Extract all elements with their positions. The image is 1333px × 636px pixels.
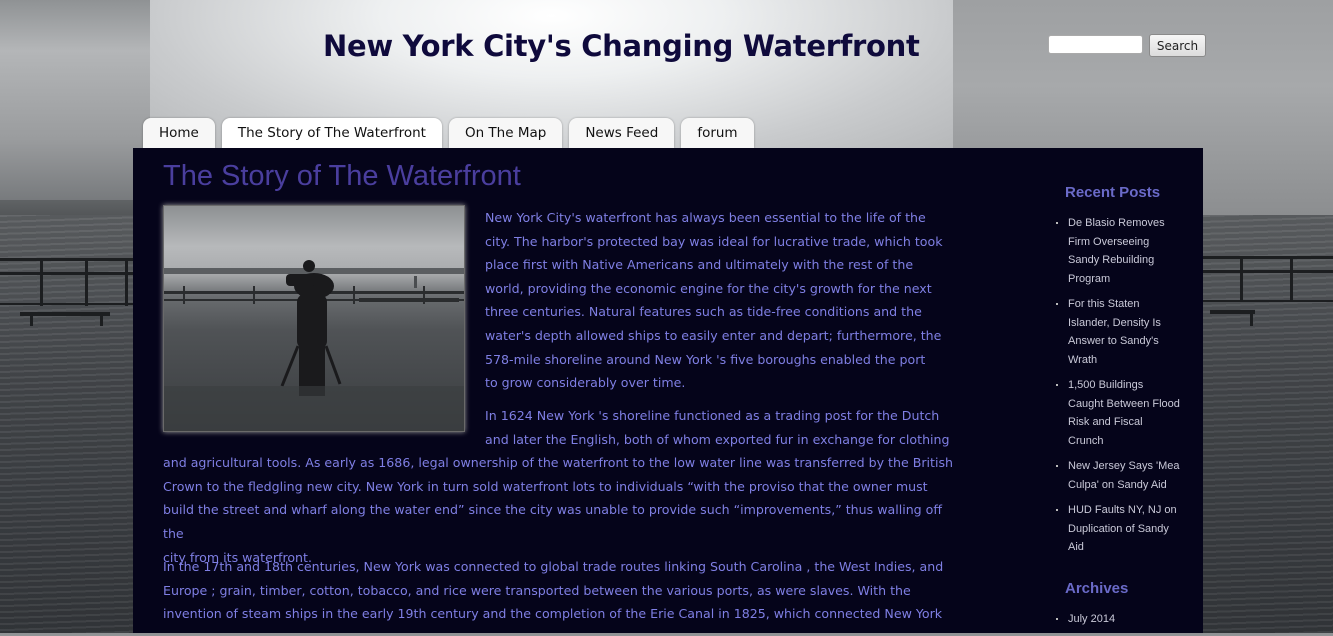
article-paragraph-1: New York City's waterfront has always be… xyxy=(485,206,945,395)
tab-on-the-map[interactable]: On The Map xyxy=(448,118,563,148)
text-line: world, providing the economic engine for… xyxy=(485,280,932,296)
recent-post-link[interactable]: 1,500 Buildings Caught Between Flood Ris… xyxy=(1055,376,1180,450)
text-line: 578-mile shoreline around New York 's fi… xyxy=(485,351,926,367)
recent-posts-list: De Blasio Removes Firm Overseeing Sandy … xyxy=(1055,214,1180,564)
archives-heading: Archives xyxy=(1065,580,1129,597)
archives-list: July 2014 xyxy=(1055,610,1180,636)
text-line: Crown to the fledgling new city. New Yor… xyxy=(163,478,928,494)
text-line: water's depth allowed ships to easily en… xyxy=(485,327,942,343)
tab-forum[interactable]: forum xyxy=(681,118,754,148)
text-line: build the street and wharf along the wat… xyxy=(163,502,943,541)
tab-home[interactable]: Home xyxy=(143,118,215,148)
text-line: invention of steam ships in the early 19… xyxy=(163,606,943,622)
article-photo xyxy=(163,205,465,432)
main-nav: Home The Story of The Waterfront On The … xyxy=(143,118,754,148)
search-button[interactable]: Search xyxy=(1149,34,1206,57)
text-line: and later the English, both of whom expo… xyxy=(485,431,950,447)
text-line: city. The harbor's protected bay was ide… xyxy=(485,233,943,249)
text-line: New York City's waterfront has always be… xyxy=(485,210,926,225)
article-paragraph-2: In 1624 New York 's shoreline functioned… xyxy=(163,404,953,569)
text-line: Europe ; grain, timber, cotton, tobacco,… xyxy=(163,582,911,598)
cameraman-flooded-waterfront-photo xyxy=(164,260,464,431)
background-water-right xyxy=(1203,215,1333,633)
recent-posts-heading: Recent Posts xyxy=(1065,184,1161,201)
background-water-left xyxy=(0,215,133,633)
tab-story-of-the-waterfront[interactable]: The Story of The Waterfront xyxy=(221,118,442,148)
text-line: to grow considerably over time. xyxy=(485,375,686,391)
text-line: three centuries. Natural features such a… xyxy=(485,304,922,320)
recent-post-link[interactable]: HUD Faults NY, NJ on Duplication of Sand… xyxy=(1055,501,1180,557)
text-line: place first with Native Americans and ul… xyxy=(485,257,914,273)
text-line: and agricultural tools. As early as 1686… xyxy=(163,455,954,471)
recent-post-link[interactable]: For this Staten Islander, Density Is Ans… xyxy=(1055,295,1180,369)
article-paragraph-3: In the 17th and 18th centuries, New York… xyxy=(163,555,953,626)
recent-post-link[interactable]: De Blasio Removes Firm Overseeing Sandy … xyxy=(1055,214,1180,288)
site-title: New York City's Changing Waterfront xyxy=(323,29,920,63)
text-line: In the 17th and 18th centuries, New York… xyxy=(163,559,944,574)
page-title: The Story of The Waterfront xyxy=(163,160,521,192)
archive-link[interactable]: July 2014 xyxy=(1055,610,1180,629)
text-line: In 1624 New York 's shoreline functioned… xyxy=(485,408,940,423)
search-input[interactable] xyxy=(1048,35,1143,54)
tab-news-feed[interactable]: News Feed xyxy=(569,118,675,148)
recent-post-link[interactable]: New Jersey Says 'Mea Culpa' on Sandy Aid xyxy=(1055,457,1180,494)
